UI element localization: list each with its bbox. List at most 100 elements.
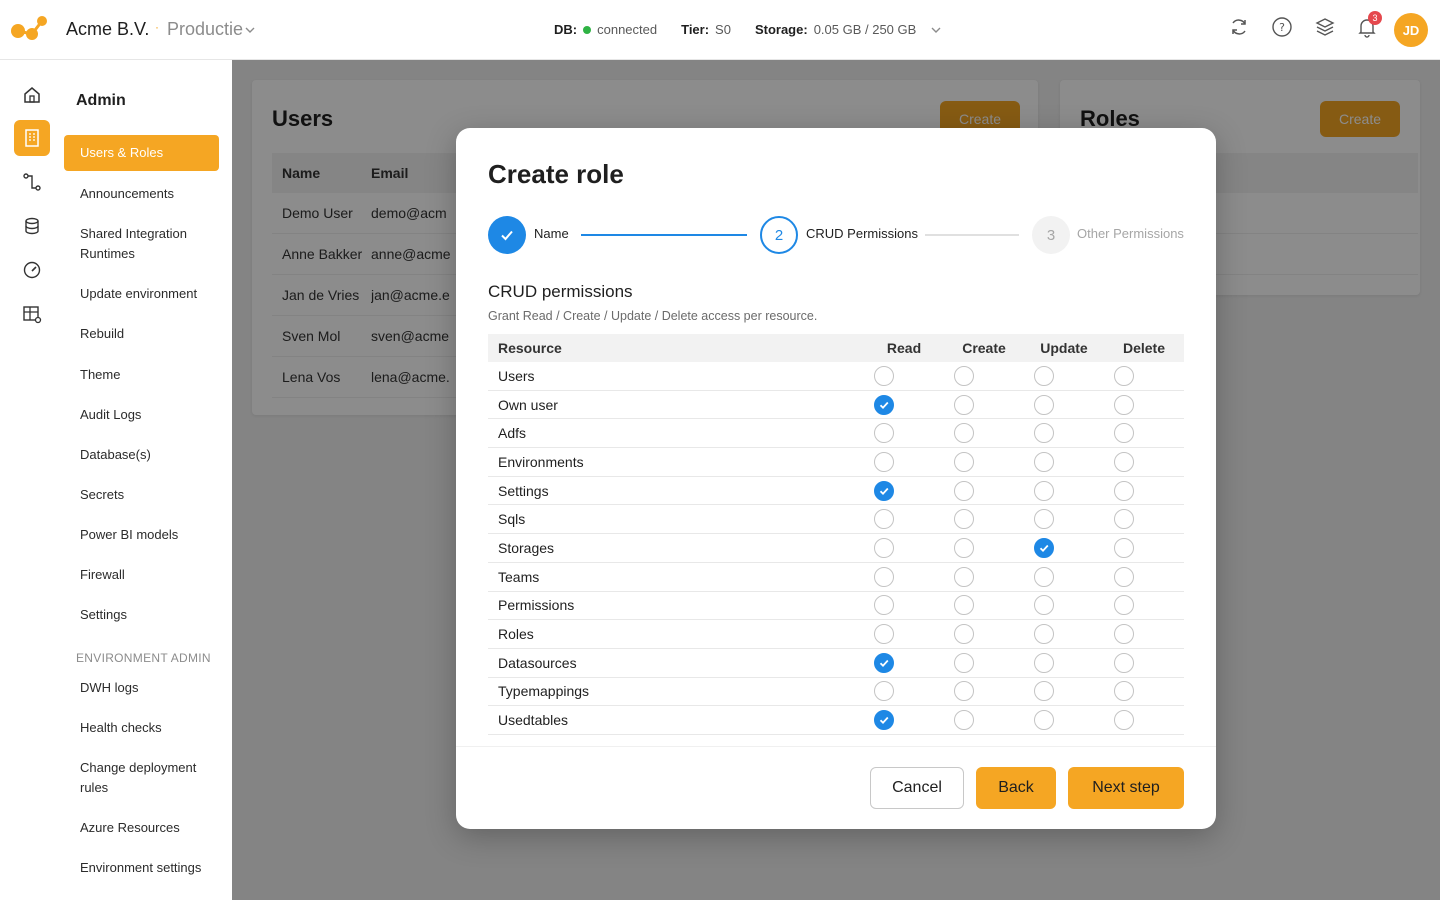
avatar[interactable]: JD bbox=[1394, 13, 1428, 47]
update-checkbox[interactable] bbox=[1034, 423, 1054, 444]
read-checkbox[interactable] bbox=[874, 365, 894, 386]
flow-icon[interactable] bbox=[14, 164, 50, 200]
sidebar-item-health-checks[interactable]: Health checks bbox=[64, 718, 219, 738]
section-title: CRUD permissions bbox=[488, 282, 633, 301]
update-checkbox[interactable] bbox=[1034, 394, 1054, 415]
next-step-button[interactable]: Next step bbox=[1068, 767, 1184, 809]
company-logo[interactable] bbox=[10, 14, 48, 44]
update-checkbox[interactable] bbox=[1034, 537, 1054, 558]
sidebar-item-update-environment[interactable]: Update environment bbox=[64, 284, 219, 304]
create-checkbox[interactable] bbox=[954, 624, 974, 645]
create-checkbox[interactable] bbox=[954, 480, 974, 501]
delete-checkbox[interactable] bbox=[1114, 365, 1134, 386]
resource-name: Adfs bbox=[498, 425, 527, 442]
sidebar-item-power-bi-models[interactable]: Power BI models bbox=[64, 525, 219, 545]
table-settings-icon[interactable] bbox=[14, 296, 50, 332]
refresh-icon[interactable] bbox=[1228, 16, 1250, 38]
environment-selector[interactable]: Productie bbox=[167, 19, 243, 40]
help-icon[interactable]: ? bbox=[1271, 16, 1293, 38]
cancel-button[interactable]: Cancel bbox=[870, 767, 964, 809]
update-checkbox[interactable] bbox=[1034, 624, 1054, 645]
sidebar-item-rebuild[interactable]: Rebuild bbox=[64, 324, 219, 344]
gauge-icon[interactable] bbox=[14, 252, 50, 288]
read-checkbox[interactable] bbox=[874, 624, 894, 645]
create-checkbox[interactable] bbox=[954, 451, 974, 472]
create-checkbox[interactable] bbox=[954, 681, 974, 702]
create-checkbox[interactable] bbox=[954, 710, 974, 731]
delete-checkbox[interactable] bbox=[1114, 480, 1134, 501]
read-checkbox[interactable] bbox=[874, 710, 894, 731]
read-checkbox[interactable] bbox=[874, 423, 894, 444]
delete-checkbox[interactable] bbox=[1114, 710, 1134, 731]
read-checkbox[interactable] bbox=[874, 566, 894, 587]
sidebar-item-audit-logs[interactable]: Audit Logs bbox=[64, 405, 219, 425]
create-checkbox[interactable] bbox=[954, 509, 974, 530]
read-checkbox[interactable] bbox=[874, 509, 894, 530]
create-checkbox[interactable] bbox=[954, 652, 974, 673]
read-checkbox[interactable] bbox=[874, 394, 894, 415]
step-1-done[interactable] bbox=[488, 216, 526, 254]
update-checkbox[interactable] bbox=[1034, 509, 1054, 530]
building-icon[interactable] bbox=[14, 120, 50, 156]
delete-checkbox[interactable] bbox=[1114, 394, 1134, 415]
create-checkbox[interactable] bbox=[954, 365, 974, 386]
read-checkbox[interactable] bbox=[874, 652, 894, 673]
delete-checkbox[interactable] bbox=[1114, 537, 1134, 558]
create-checkbox[interactable] bbox=[954, 423, 974, 444]
home-icon[interactable] bbox=[14, 77, 50, 113]
delete-checkbox[interactable] bbox=[1114, 681, 1134, 702]
delete-checkbox[interactable] bbox=[1114, 566, 1134, 587]
read-checkbox[interactable] bbox=[874, 595, 894, 616]
sidebar-item-change-deployment-rules[interactable]: Change deployment rules bbox=[64, 758, 219, 798]
read-checkbox[interactable] bbox=[874, 480, 894, 501]
update-checkbox[interactable] bbox=[1034, 480, 1054, 501]
create-checkbox[interactable] bbox=[954, 595, 974, 616]
step-3-pending[interactable]: 3 bbox=[1032, 216, 1070, 254]
top-bar: Acme B.V. · Productie DB: connected Tier… bbox=[0, 0, 1440, 60]
table-row: Users bbox=[488, 362, 1184, 391]
chevron-down-icon[interactable] bbox=[244, 24, 256, 36]
sidebar-item-environment-settings[interactable]: Environment settings bbox=[64, 858, 219, 878]
delete-checkbox[interactable] bbox=[1114, 509, 1134, 530]
delete-checkbox[interactable] bbox=[1114, 451, 1134, 472]
update-checkbox[interactable] bbox=[1034, 595, 1054, 616]
delete-checkbox[interactable] bbox=[1114, 423, 1134, 444]
layers-icon[interactable] bbox=[1314, 16, 1336, 38]
table-row: Usedtables bbox=[488, 706, 1184, 735]
delete-checkbox[interactable] bbox=[1114, 652, 1134, 673]
read-checkbox[interactable] bbox=[874, 451, 894, 472]
step-label-crud-permissions: CRUD Permissions bbox=[806, 226, 918, 241]
read-checkbox[interactable] bbox=[874, 681, 894, 702]
sidebar-item-users-roles[interactable]: Users & Roles bbox=[64, 135, 219, 171]
svg-text:?: ? bbox=[1279, 21, 1285, 34]
sidebar-item-firewall[interactable]: Firewall bbox=[64, 565, 219, 585]
chevron-down-icon[interactable] bbox=[930, 24, 942, 36]
table-row: Environments bbox=[488, 448, 1184, 477]
database-icon[interactable] bbox=[14, 208, 50, 244]
delete-checkbox[interactable] bbox=[1114, 624, 1134, 645]
step-2-active[interactable]: 2 bbox=[760, 216, 798, 254]
delete-checkbox[interactable] bbox=[1114, 595, 1134, 616]
sidebar-item-announcements[interactable]: Announcements bbox=[64, 184, 219, 204]
sidebar-item-shared-integration-runtimes[interactable]: Shared Integration Runtimes bbox=[64, 224, 219, 264]
sidebar-item-secrets[interactable]: Secrets bbox=[64, 485, 219, 505]
sidebar-item-settings[interactable]: Settings bbox=[64, 605, 219, 625]
update-checkbox[interactable] bbox=[1034, 365, 1054, 386]
create-checkbox[interactable] bbox=[954, 566, 974, 587]
update-checkbox[interactable] bbox=[1034, 652, 1054, 673]
update-checkbox[interactable] bbox=[1034, 710, 1054, 731]
resource-name: Typemappings bbox=[498, 683, 590, 700]
sidebar-item-theme[interactable]: Theme bbox=[64, 365, 219, 385]
update-checkbox[interactable] bbox=[1034, 451, 1054, 472]
back-button[interactable]: Back bbox=[976, 767, 1056, 809]
create-checkbox[interactable] bbox=[954, 394, 974, 415]
sidebar-item-dwh-logs[interactable]: DWH logs bbox=[64, 678, 219, 698]
resource-name: Sqls bbox=[498, 511, 526, 528]
update-checkbox[interactable] bbox=[1034, 566, 1054, 587]
sidebar-item-databases[interactable]: Database(s) bbox=[64, 445, 219, 465]
update-checkbox[interactable] bbox=[1034, 681, 1054, 702]
db-status: connected bbox=[597, 22, 658, 37]
read-checkbox[interactable] bbox=[874, 537, 894, 558]
create-checkbox[interactable] bbox=[954, 537, 974, 558]
sidebar-item-azure-resources[interactable]: Azure Resources bbox=[64, 818, 219, 838]
